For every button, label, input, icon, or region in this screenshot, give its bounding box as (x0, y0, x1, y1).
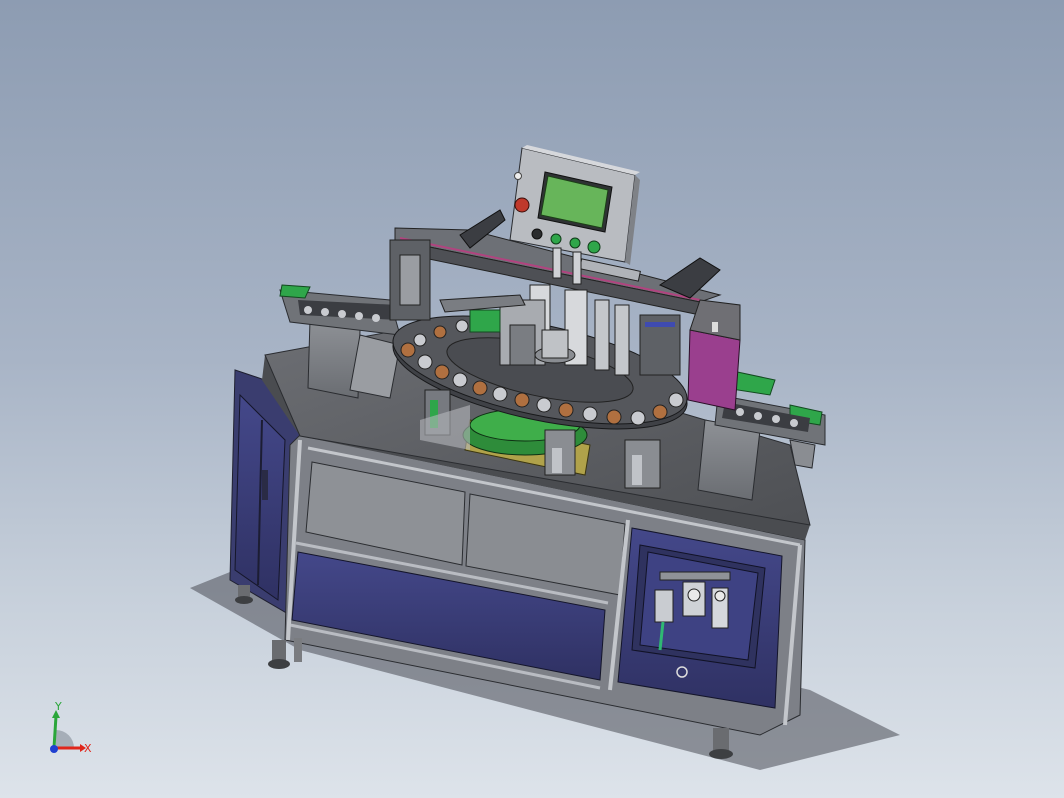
emergency-stop-button (514, 197, 530, 213)
triad-y-axis (52, 715, 58, 749)
triad-y-label: Y (54, 700, 62, 713)
cad-model-render: X Y (50, 145, 900, 770)
coordinate-triad: X Y (50, 700, 92, 755)
magenta-actuator (687, 299, 741, 411)
cad-viewport[interactable]: X Y (0, 0, 1064, 798)
triad-x-label: X (84, 742, 92, 755)
triad-z-axis (50, 745, 58, 753)
